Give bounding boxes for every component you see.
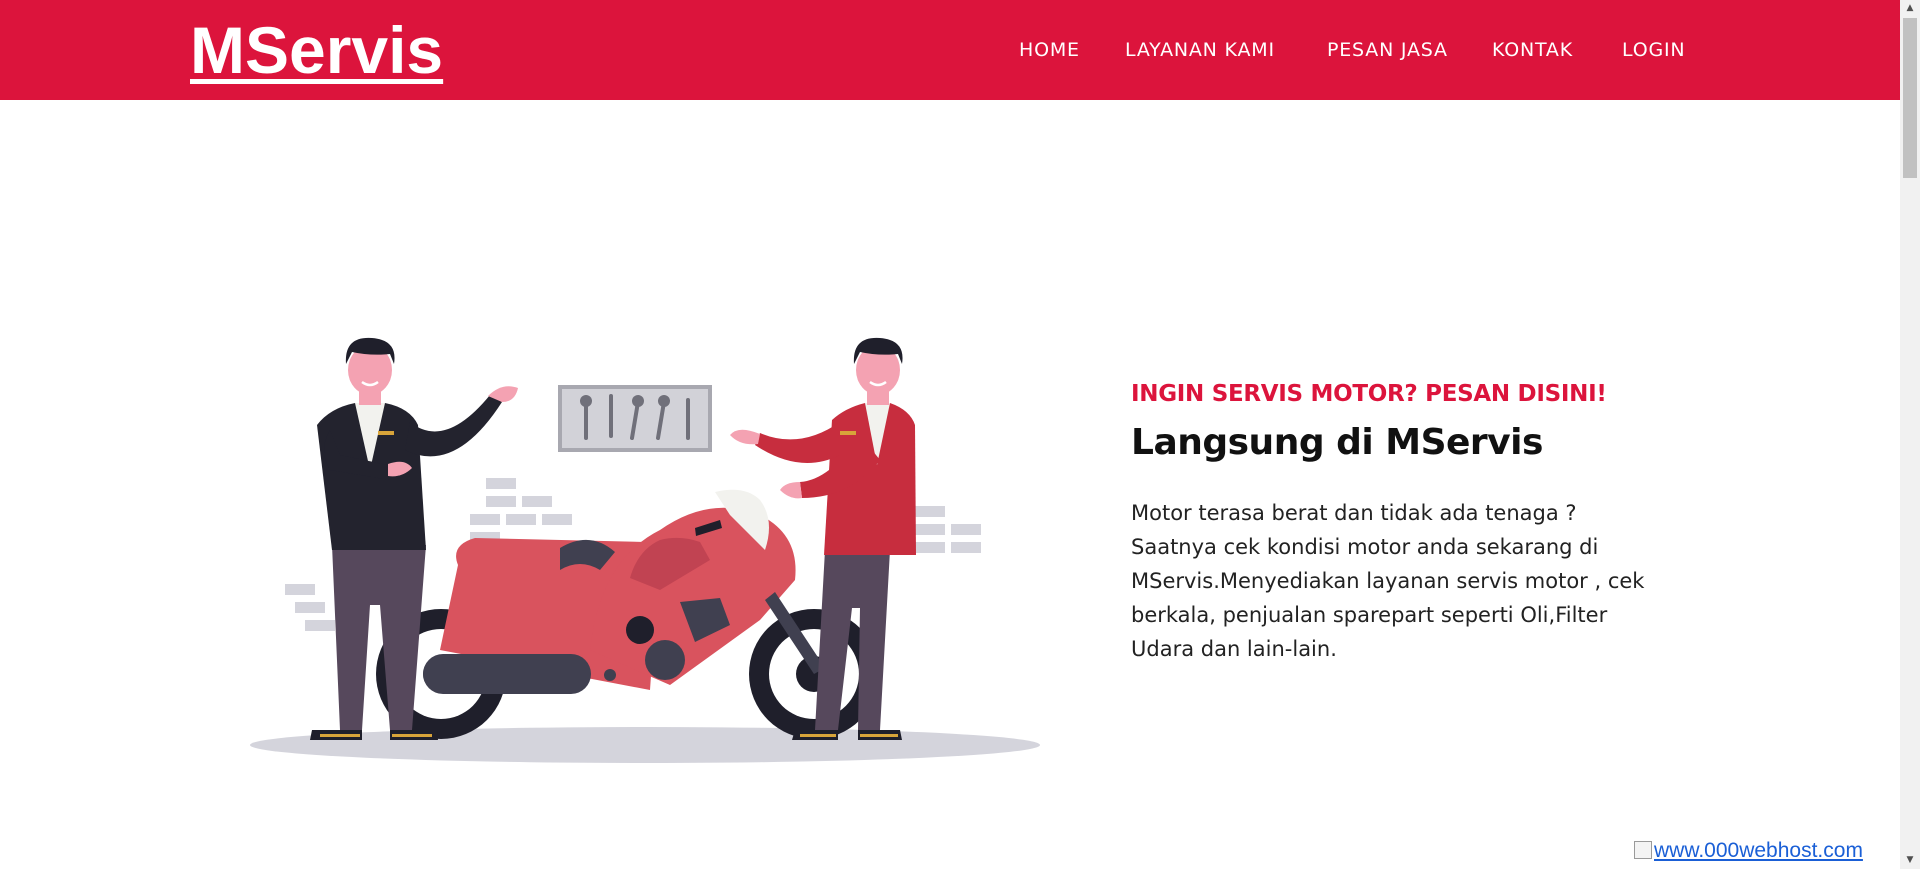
nav-link-kontak[interactable]: KONTAK [1492, 38, 1573, 62]
webhost-badge-link[interactable]: www.000webhost.com [1634, 840, 1863, 869]
scrollbar-thumb[interactable] [1903, 18, 1917, 178]
nav-menu: HOME LAYANAN KAMI PESAN JASA KONTAK LOGI… [0, 38, 1900, 64]
hero-illustration [240, 330, 1050, 770]
scroll-up-arrow-icon[interactable]: ▲ [1900, 0, 1920, 17]
hero-description: Motor terasa berat dan tidak ada tenaga … [1131, 501, 1645, 661]
scroll-down-arrow-icon[interactable]: ▼ [1900, 852, 1920, 869]
floor-shadow [250, 727, 1040, 763]
hero-text: INGIN SERVIS MOTOR? PESAN DISINI! Langsu… [1131, 378, 1651, 666]
vertical-scrollbar[interactable]: ▲ ▼ [1900, 0, 1920, 869]
hero-tagline: INGIN SERVIS MOTOR? PESAN DISINI! [1131, 381, 1607, 407]
broken-image-icon [1634, 841, 1652, 859]
nav-link-layanan-kami[interactable]: LAYANAN KAMI [1125, 38, 1275, 62]
nav-link-pesan-jasa[interactable]: PESAN JASA [1327, 38, 1448, 62]
navbar: MServis HOME LAYANAN KAMI PESAN JASA KON… [0, 0, 1900, 100]
wrench-tools-board-icon [558, 385, 712, 452]
mechanics-with-motorcycle-illustration [250, 337, 1040, 763]
motorcycle [376, 489, 879, 739]
hero-headline: Langsung di MServis [1131, 422, 1543, 463]
nav-link-home[interactable]: HOME [1019, 38, 1080, 62]
nav-link-login[interactable]: LOGIN [1622, 38, 1685, 62]
webhost-badge-text: www.000webhost.com [1654, 839, 1863, 862]
